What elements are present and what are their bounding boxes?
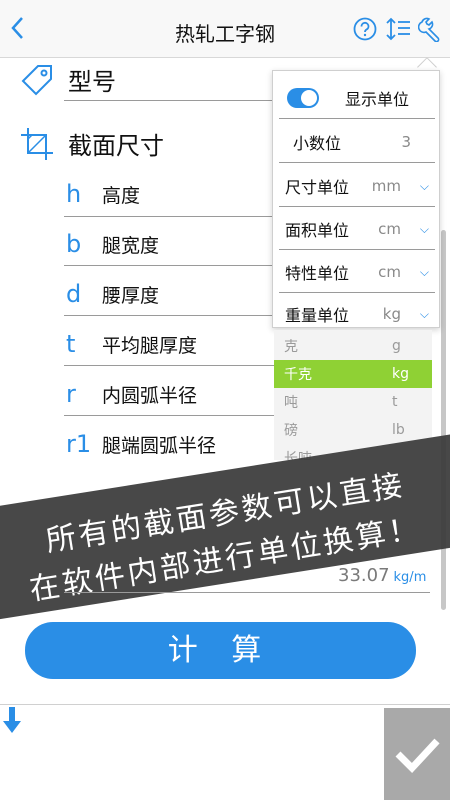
weight-unit-value: kg <box>382 305 401 323</box>
dimension-name: 平均腿厚度 <box>102 334 198 357</box>
option-unit: lb <box>392 422 405 438</box>
scroll-down-button[interactable] <box>2 705 22 737</box>
top-bar: 热轧工字钢 <box>0 0 450 58</box>
option-label: 克 <box>284 339 298 355</box>
dimension-row-h[interactable]: h 高度 <box>66 170 286 218</box>
property-unit-value: cm <box>378 262 401 281</box>
dimension-name: 高度 <box>102 184 141 207</box>
dimension-symbol: r1 <box>66 430 92 458</box>
wrench-icon <box>417 17 440 43</box>
option-unit: t <box>392 394 398 410</box>
dimension-symbol: r <box>66 380 76 408</box>
size-unit-value: mm <box>371 176 401 195</box>
dimension-row-r1[interactable]: r1 腿端圆弧半径 <box>66 420 286 468</box>
dimension-symbol: d <box>66 280 82 308</box>
tag-icon <box>21 64 52 95</box>
dimension-row-d[interactable]: d 腰厚度 <box>66 270 286 318</box>
page-title: 热轧工字钢 <box>175 22 275 46</box>
bottom-divider <box>0 704 450 705</box>
property-unit-label: 特性单位 <box>285 263 350 283</box>
area-unit-value: cm <box>378 219 401 238</box>
row-divider <box>64 315 274 316</box>
dimension-name: 腰厚度 <box>102 284 160 307</box>
section-size-header: 截面尺寸 <box>20 126 164 161</box>
show-unit-row[interactable]: 显示单位 <box>279 77 435 119</box>
size-unit-row[interactable]: 尺寸单位 mm ⌵ <box>279 165 435 207</box>
calculate-button[interactable]: 计 算 <box>25 622 416 679</box>
help-button[interactable] <box>352 16 378 42</box>
scrollbar[interactable] <box>441 230 446 610</box>
dimension-row-b[interactable]: b 腿宽度 <box>66 220 286 268</box>
unit-settings-popover: 显示单位 小数位 3 尺寸单位 mm ⌵ 面积单位 cm ⌵ 特性单位 cm ⌵… <box>272 70 440 328</box>
dimension-row-t[interactable]: t 平均腿厚度 <box>66 320 286 368</box>
sort-button[interactable] <box>386 16 412 42</box>
result-divider <box>64 592 430 593</box>
chevron-down-icon: ⌵ <box>419 265 429 279</box>
dropdown-option[interactable]: 磅 lb <box>274 416 432 444</box>
sort-icon <box>386 17 410 41</box>
dimension-symbol: b <box>66 230 82 258</box>
dimension-symbol: h <box>66 180 82 208</box>
row-divider <box>64 415 274 416</box>
option-label: 千克 <box>284 367 312 383</box>
row-divider <box>64 365 274 366</box>
size-unit-label: 尺寸单位 <box>285 177 350 197</box>
weight-result-unit: kg/m <box>393 570 427 585</box>
checkmark-icon <box>395 738 440 774</box>
weight-unit-label: 重量单位 <box>285 306 350 325</box>
dimension-symbol: t <box>66 330 76 358</box>
settings-button[interactable] <box>417 16 444 43</box>
dimension-name: 腿宽度 <box>102 234 160 257</box>
confirm-button[interactable] <box>384 708 450 800</box>
dropdown-option-selected[interactable]: 千克 kg <box>274 360 432 388</box>
model-row[interactable]: 型号 <box>20 62 116 97</box>
property-unit-row[interactable]: 特性单位 cm ⌵ <box>279 251 435 293</box>
option-label: 吨 <box>284 395 298 411</box>
arrow-down-icon <box>3 707 21 733</box>
row-divider <box>64 265 274 266</box>
decimals-row[interactable]: 小数位 3 <box>279 121 435 163</box>
crop-icon <box>21 127 53 160</box>
dimension-name: 腿端圆弧半径 <box>102 434 217 457</box>
decimals-value: 3 <box>401 132 411 151</box>
option-unit: kg <box>392 366 409 382</box>
dropdown-option[interactable]: 克 g <box>274 332 432 360</box>
show-unit-label: 显示单位 <box>345 89 410 109</box>
chevron-down-icon: ⌵ <box>419 222 429 236</box>
help-icon <box>353 17 377 41</box>
model-divider <box>64 100 274 101</box>
weight-result: 33.07 kg/m <box>338 565 426 586</box>
decimals-label: 小数位 <box>293 133 342 153</box>
row-divider <box>64 216 274 217</box>
chevron-down-icon: ⌵ <box>419 307 429 321</box>
weight-unit-row[interactable]: 重量单位 kg ⌵ <box>279 293 435 335</box>
area-unit-label: 面积单位 <box>285 220 350 240</box>
dropdown-option[interactable]: 吨 t <box>274 388 432 416</box>
show-unit-toggle[interactable] <box>287 87 319 108</box>
area-unit-row[interactable]: 面积单位 cm ⌵ <box>279 208 435 250</box>
option-label: 磅 <box>284 423 298 439</box>
chevron-down-icon: ⌵ <box>419 179 429 193</box>
dimension-row-r[interactable]: r 内圆弧半径 <box>66 370 286 418</box>
section-size-label: 截面尺寸 <box>68 132 164 160</box>
weight-result-value: 33.07 <box>338 565 390 586</box>
dimension-name: 内圆弧半径 <box>102 384 198 407</box>
model-label: 型号 <box>68 68 116 96</box>
option-unit: g <box>392 338 401 354</box>
